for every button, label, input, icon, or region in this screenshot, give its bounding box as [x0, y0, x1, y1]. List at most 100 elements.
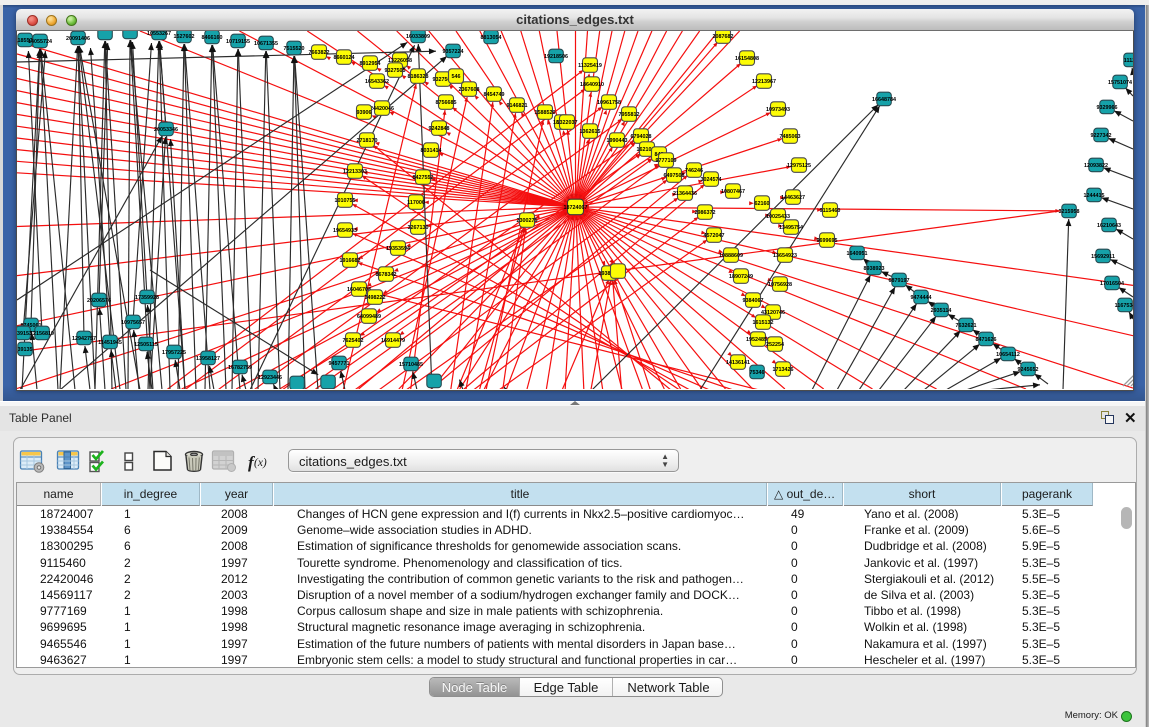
svg-text:1010755: 1010755 [335, 198, 356, 204]
svg-text:3024574: 3024574 [701, 177, 722, 183]
svg-text:12156819: 12156819 [30, 331, 54, 337]
svg-text:8660124: 8660124 [334, 55, 355, 61]
svg-text:8186328: 8186328 [408, 74, 429, 80]
svg-text:18907249: 18907249 [729, 274, 753, 280]
svg-text:10973493: 10973493 [766, 107, 790, 113]
svg-text:8813054: 8813054 [481, 35, 502, 41]
svg-text:9474444: 9474444 [911, 295, 932, 301]
svg-text:13654923: 13654923 [773, 253, 797, 259]
svg-text:1640951: 1640951 [847, 251, 868, 257]
svg-text:9227342: 9227342 [1091, 133, 1112, 139]
svg-text:15751074: 15751074 [1108, 80, 1132, 86]
svg-text:6497508: 6497508 [664, 173, 685, 179]
svg-text:16210643: 16210643 [1097, 223, 1121, 229]
svg-text:19218506: 19218506 [544, 54, 568, 60]
svg-text:10553267: 10553267 [147, 31, 171, 37]
svg-text:10888609: 10888609 [719, 253, 743, 259]
svg-text:12093822: 12093822 [1084, 163, 1108, 169]
svg-text:39135: 39135 [18, 347, 33, 353]
svg-text:746246: 746246 [685, 168, 703, 174]
svg-text:8678342: 8678342 [376, 272, 397, 278]
svg-text:18724007: 18724007 [564, 205, 588, 211]
svg-text:24420046: 24420046 [370, 106, 394, 112]
svg-text:16543362: 16543362 [365, 79, 389, 85]
svg-text:18640910: 18640910 [580, 82, 604, 88]
svg-text:11121: 11121 [1124, 58, 1133, 64]
svg-text:1527602: 1527602 [174, 34, 195, 40]
svg-text:19654933: 19654933 [333, 228, 357, 234]
svg-text:14055724: 14055724 [28, 39, 52, 45]
svg-text:8938923: 8938923 [864, 266, 885, 272]
svg-text:1167534: 1167534 [1115, 303, 1133, 309]
svg-text:19353594: 19353594 [386, 246, 410, 252]
svg-text:4572047: 4572047 [704, 233, 725, 239]
svg-text:8471626: 8471626 [976, 337, 997, 343]
svg-text:1713426: 1713426 [773, 367, 794, 373]
svg-text:7625402: 7625402 [343, 338, 364, 344]
svg-text:20053346: 20053346 [154, 127, 178, 133]
svg-text:2935114: 2935114 [931, 308, 952, 314]
svg-text:10654112: 10654112 [996, 352, 1020, 358]
svg-text:10756928: 10756928 [768, 282, 792, 288]
svg-text:12975125: 12975125 [787, 163, 811, 169]
svg-text:9327505: 9327505 [385, 68, 406, 74]
svg-text:9357224: 9357224 [443, 49, 464, 55]
svg-text:7955812: 7955812 [619, 112, 640, 118]
svg-text:20206576: 20206576 [87, 298, 111, 304]
svg-text:17359928: 17359928 [135, 295, 159, 301]
svg-text:1990443: 1990443 [607, 138, 628, 144]
svg-text:20091406: 20091406 [66, 36, 90, 42]
svg-text:546: 546 [452, 74, 461, 80]
svg-text:7632621: 7632621 [956, 323, 977, 329]
svg-text:1244415: 1244415 [1084, 193, 1105, 199]
svg-text:1362615: 1362615 [580, 129, 601, 135]
svg-text:10719155: 10719155 [226, 39, 250, 45]
svg-text:16782759: 16782759 [228, 365, 252, 371]
svg-text:1916682: 1916682 [340, 258, 361, 264]
svg-text:8466160: 8466160 [202, 35, 223, 41]
svg-text:17957225: 17957225 [162, 350, 186, 356]
svg-text:13495754: 13495754 [779, 225, 803, 231]
svg-text:21364436: 21364436 [673, 191, 697, 197]
svg-text:6794028: 6794028 [631, 134, 652, 140]
svg-text:12923446: 12923446 [258, 375, 282, 381]
svg-text:9777109: 9777109 [656, 158, 677, 164]
svg-text:9245652: 9245652 [1018, 367, 1039, 373]
svg-text:10807467: 10807467 [721, 189, 745, 195]
svg-text:2087682: 2087682 [713, 34, 734, 40]
svg-text:1588520: 1588520 [535, 110, 556, 116]
svg-text:3215958: 3215958 [1059, 209, 1080, 215]
svg-text:2300275: 2300275 [517, 218, 538, 224]
svg-text:16033809: 16033809 [406, 34, 430, 40]
svg-text:9146821: 9146821 [507, 103, 528, 109]
svg-text:3267130: 3267130 [408, 225, 429, 231]
svg-text:11325419: 11325419 [578, 63, 602, 69]
svg-text:117000: 117000 [407, 200, 425, 206]
svg-text:8756685: 8756685 [436, 100, 457, 106]
svg-text:16154808: 16154808 [735, 56, 759, 62]
svg-text:12505115: 12505115 [134, 342, 158, 348]
svg-text:13958127: 13958127 [196, 356, 220, 362]
svg-text:7515520: 7515520 [284, 46, 305, 52]
svg-text:12213303: 12213303 [343, 169, 367, 175]
svg-text:1615132: 1615132 [753, 320, 774, 326]
svg-text:3498222: 3498222 [365, 295, 386, 301]
svg-text:2986372: 2986372 [695, 210, 716, 216]
svg-text:8427552: 8427552 [413, 175, 434, 181]
svg-text:15710485: 15710485 [399, 362, 423, 368]
svg-text:(x): (x) [254, 457, 267, 469]
svg-text:14463627: 14463627 [781, 195, 805, 201]
svg-text:14136141: 14136141 [726, 360, 750, 366]
svg-text:16648784: 16648784 [872, 97, 896, 103]
svg-text:16914479: 16914479 [381, 338, 405, 344]
svg-text:12213967: 12213967 [752, 79, 776, 85]
svg-text:2367608: 2367608 [459, 87, 480, 93]
svg-text:15692911: 15692911 [1091, 254, 1115, 260]
svg-text:9699695: 9699695 [817, 238, 838, 244]
svg-text:9115460: 9115460 [820, 208, 841, 214]
svg-text:8454749: 8454749 [484, 92, 505, 98]
svg-text:9384067: 9384067 [743, 298, 764, 304]
svg-text:9242848: 9242848 [429, 126, 450, 132]
svg-text:8031414: 8031414 [421, 148, 442, 154]
svg-text:17016504: 17016504 [1100, 281, 1124, 287]
